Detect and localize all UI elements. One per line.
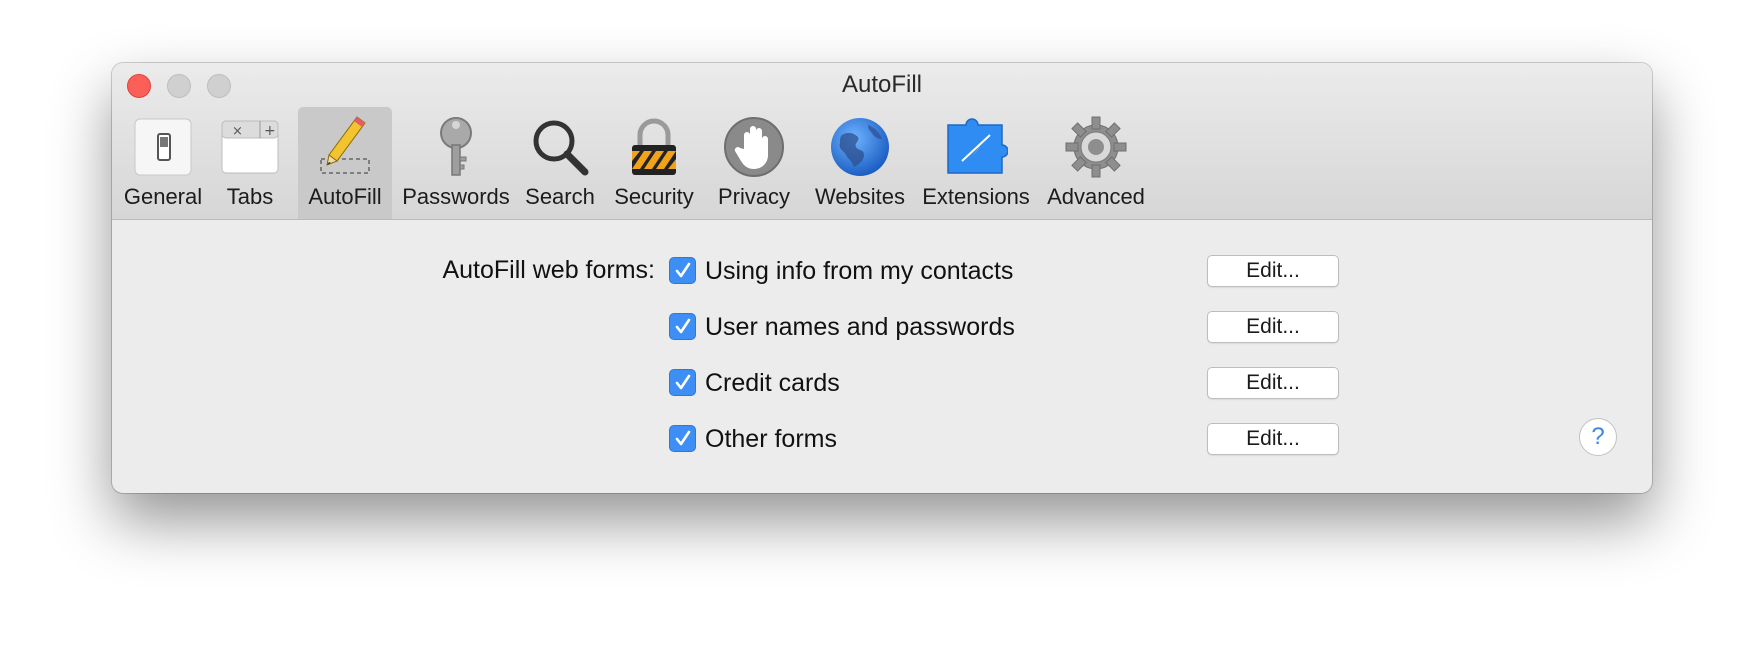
autofill-pane: AutoFill web forms: Using info from my c… bbox=[112, 220, 1652, 493]
checkmark-icon bbox=[675, 374, 691, 390]
edit-contacts-button[interactable]: Edit... bbox=[1207, 255, 1339, 287]
toolbar-item-advanced[interactable]: Advanced bbox=[1038, 107, 1154, 219]
window-title: AutoFill bbox=[841, 71, 923, 98]
toolbar-item-extensions[interactable]: Extensions bbox=[918, 107, 1034, 219]
toolbar-label: Tabs bbox=[226, 184, 274, 209]
toolbar-item-autofill[interactable]: AutoFill bbox=[298, 107, 392, 219]
toolbar-item-security[interactable]: Security bbox=[604, 107, 704, 219]
svg-text:×: × bbox=[232, 124, 243, 139]
preferences-window: AutoFill General × + Tabs AutoFill Passw… bbox=[112, 63, 1652, 493]
checkmark-icon bbox=[675, 262, 691, 278]
toolbar-label: Passwords bbox=[402, 184, 510, 209]
padlock-icon bbox=[632, 118, 676, 175]
hand-icon bbox=[724, 117, 784, 177]
toolbar-label: AutoFill bbox=[308, 184, 382, 209]
edit-passwords-button[interactable]: Edit... bbox=[1207, 311, 1339, 343]
toolbar-item-passwords[interactable]: Passwords bbox=[396, 107, 516, 219]
toolbar-label: Privacy bbox=[717, 184, 791, 209]
toolbar-label: General bbox=[123, 184, 203, 209]
checkbox-label: Other forms bbox=[705, 425, 837, 453]
toolbar-label: Advanced bbox=[1047, 184, 1145, 209]
toolbar-item-general[interactable]: General bbox=[116, 107, 210, 219]
checkmark-icon bbox=[675, 318, 691, 334]
pencil-icon bbox=[320, 116, 370, 174]
checkbox-label: Credit cards bbox=[705, 369, 840, 397]
help-button[interactable]: ? bbox=[1579, 418, 1617, 456]
globe-icon bbox=[831, 118, 889, 176]
titlebar: AutoFill General × + Tabs AutoFill Passw… bbox=[112, 63, 1652, 220]
puzzle-compass-icon bbox=[947, 118, 1008, 174]
toolbar-item-websites[interactable]: Websites bbox=[808, 107, 912, 219]
contacts-checkbox[interactable] bbox=[669, 257, 696, 284]
toolbar-label: Search bbox=[525, 184, 595, 209]
toolbar-label: Security bbox=[614, 184, 694, 209]
magnifier-icon bbox=[533, 120, 589, 176]
other-forms-checkbox[interactable] bbox=[669, 425, 696, 452]
edit-credit-cards-button[interactable]: Edit... bbox=[1207, 367, 1339, 399]
credit-cards-checkbox[interactable] bbox=[669, 369, 696, 396]
svg-text:+: + bbox=[264, 123, 276, 139]
toolbar-item-privacy[interactable]: Privacy bbox=[708, 107, 800, 219]
checkbox-label: User names and passwords bbox=[705, 313, 1015, 341]
tabs-icon: × + bbox=[221, 120, 279, 174]
toolbar-label: Extensions bbox=[922, 184, 1030, 209]
toolbar-item-search[interactable]: Search bbox=[516, 107, 604, 219]
autofill-web-forms-label: AutoFill web forms: bbox=[442, 256, 655, 284]
key-icon bbox=[440, 117, 472, 176]
gear-icon bbox=[1065, 116, 1127, 178]
toolbar-item-tabs[interactable]: × + Tabs bbox=[210, 107, 290, 219]
general-switch-icon bbox=[134, 118, 192, 176]
checkbox-label: Using info from my contacts bbox=[705, 257, 1014, 285]
toolbar-label: Websites bbox=[814, 184, 906, 209]
checkmark-icon bbox=[675, 430, 691, 446]
edit-other-forms-button[interactable]: Edit... bbox=[1207, 423, 1339, 455]
usernames-checkbox[interactable] bbox=[669, 313, 696, 340]
